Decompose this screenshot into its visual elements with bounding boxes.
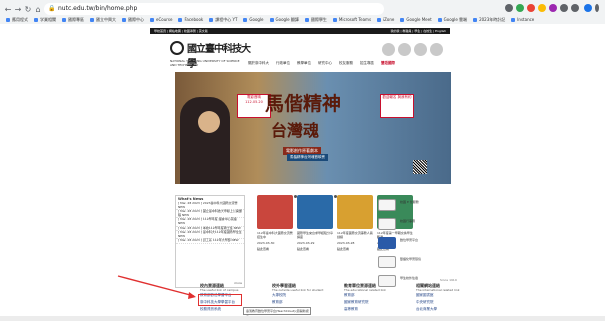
bookmark-item[interactable]: Google Meet	[400, 15, 431, 24]
address-bar[interactable]: 🔒 nutc.edu.tw/bin/home.php	[44, 3, 384, 15]
bookmark-item[interactable]: 國際專區	[62, 15, 84, 24]
menu-icon[interactable]	[595, 4, 599, 12]
bookmark-item[interactable]: Google 雲端	[438, 15, 467, 24]
bookmark-item[interactable]: 國際學生	[305, 15, 327, 24]
status-bar	[0, 316, 605, 321]
extension-icon[interactable]	[571, 4, 579, 12]
bookmark-item[interactable]: Facebook	[178, 15, 203, 24]
extension-icon[interactable]	[549, 4, 557, 12]
bookmark-item[interactable]: eCourse	[150, 15, 172, 24]
profile-avatar[interactable]	[584, 4, 592, 12]
extension-icon[interactable]	[505, 4, 513, 12]
reload-icon[interactable]: ↻	[23, 5, 33, 15]
extension-icon[interactable]	[516, 4, 524, 12]
lock-icon: 🔒	[48, 5, 56, 12]
bookmark-item[interactable]: Microsoft Teams	[333, 15, 371, 24]
forward-icon[interactable]: →	[13, 5, 23, 15]
bookmarks-bar: 應用程式 学業相關 國際專區 國立中興大 國際中心 eCourse Facebook 課程中心…	[0, 15, 605, 24]
annotation-arrow-icon	[117, 275, 196, 299]
url-text: nutc.edu.tw/bin/home.php	[58, 5, 138, 12]
bookmark-item[interactable]: 應用程式	[6, 15, 28, 24]
bookmark-item[interactable]: Instance	[511, 15, 534, 24]
extension-icon[interactable]	[538, 4, 546, 12]
bookmark-item[interactable]: Google	[243, 15, 263, 24]
extension-icon[interactable]	[560, 4, 568, 12]
bookmark-item[interactable]: Google 翻譯	[270, 15, 299, 24]
home-icon[interactable]: ⌂	[33, 5, 43, 15]
bookmark-item[interactable]: 課程中心 YT	[209, 15, 237, 24]
web-page: 學校首頁 | 網站地圖 | 校園導覽 | 英文版 我的我 | 教職員 | 學生 …	[0, 24, 605, 321]
bookmark-item[interactable]: 学業相關	[34, 15, 56, 24]
bookmark-item[interactable]: iZone	[377, 15, 394, 24]
back-icon[interactable]: ←	[3, 5, 13, 15]
bookmark-item[interactable]: 國際中心	[122, 15, 144, 24]
extension-icon[interactable]	[527, 4, 535, 12]
browser-chrome: ← → ↻ ⌂ 🔒 nutc.edu.tw/bin/home.php 應用程式 学業…	[0, 0, 605, 25]
bookmark-item[interactable]: 國立中興大	[90, 15, 116, 24]
bookmark-item[interactable]: 2023年時計記	[473, 15, 505, 24]
